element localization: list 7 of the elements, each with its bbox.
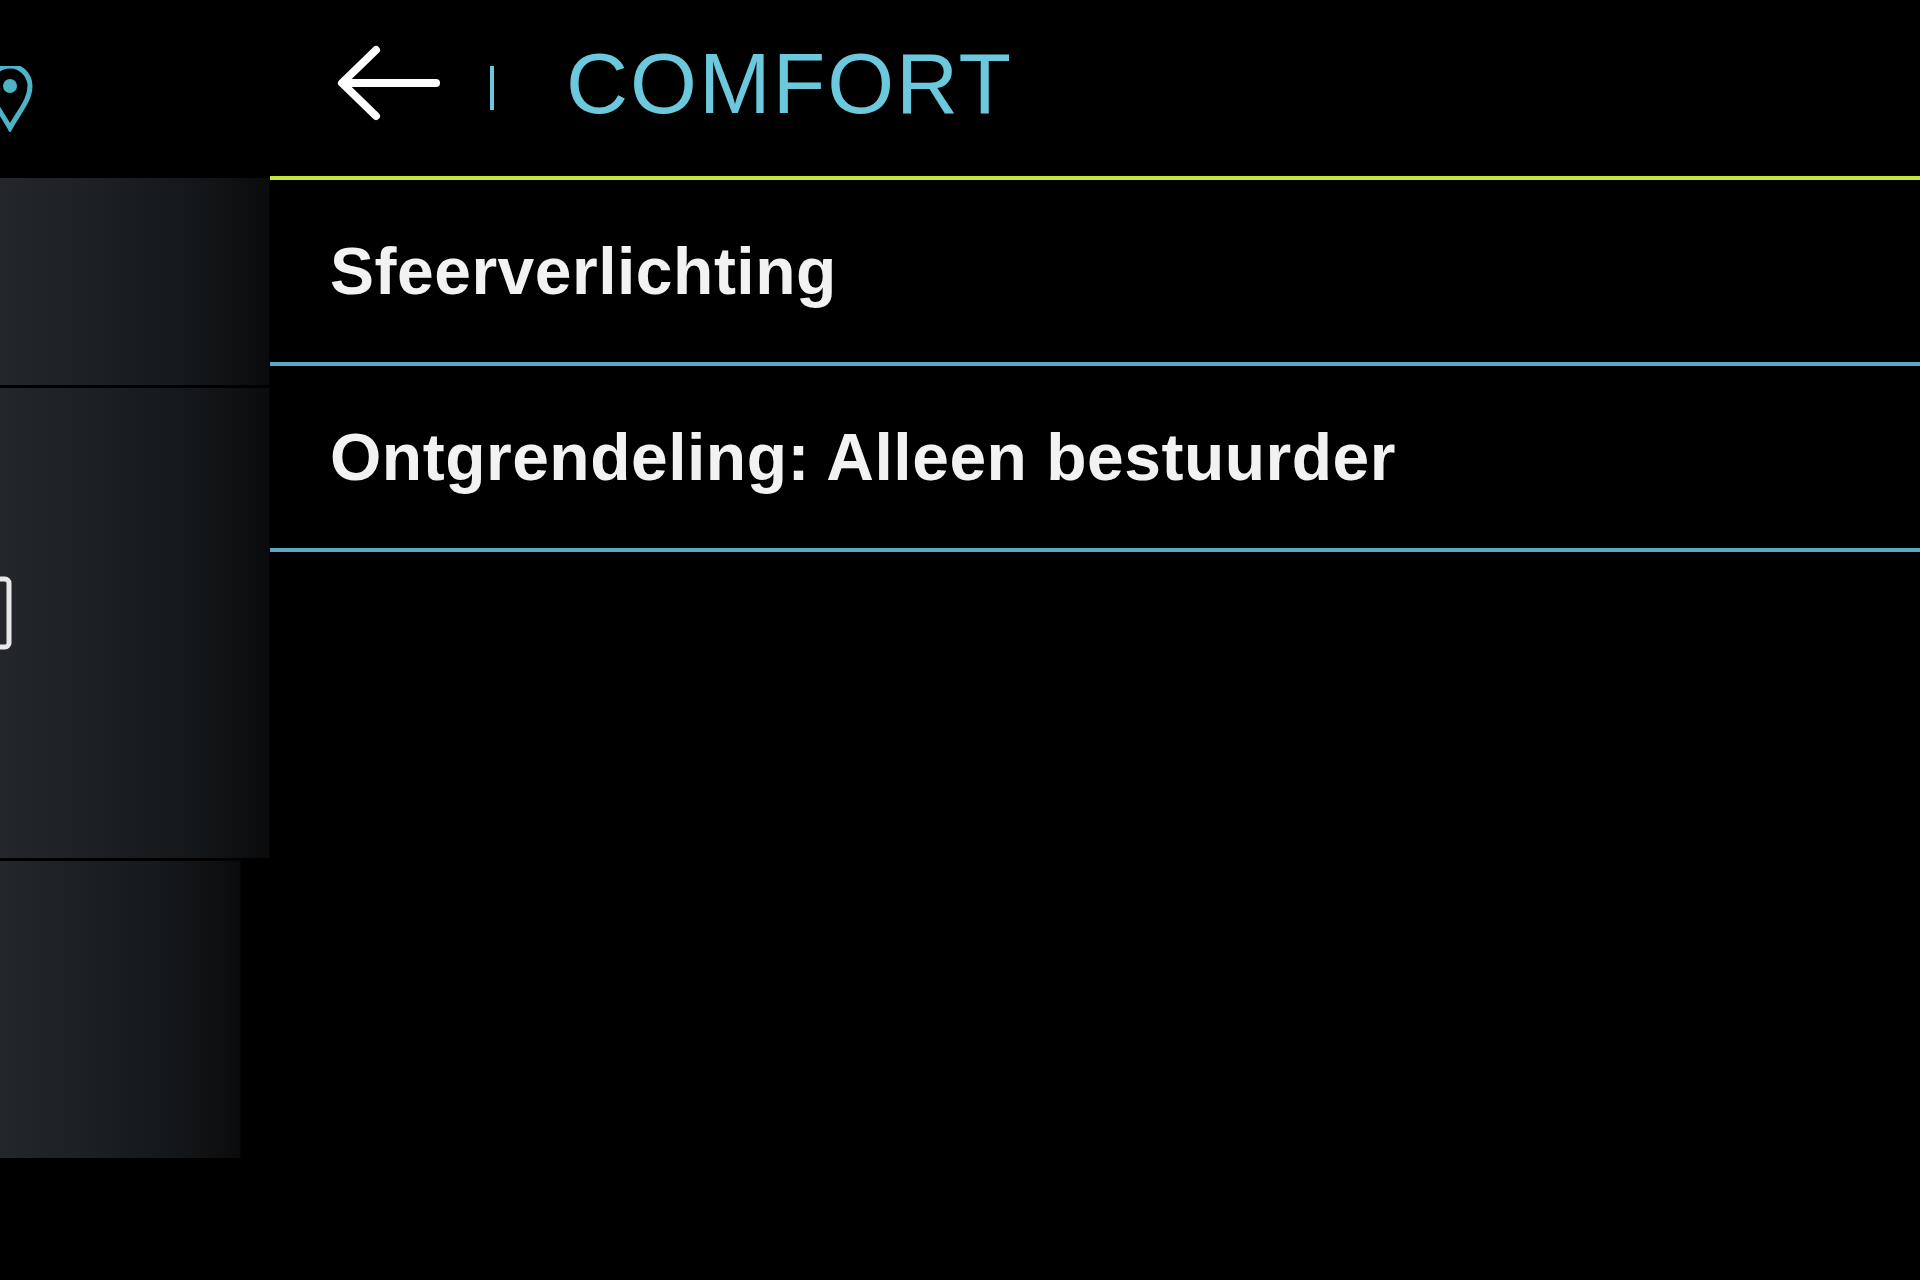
menu-item[interactable]: Sfeerverlichting	[270, 180, 1920, 366]
screen-title: COMFORT	[566, 33, 1014, 133]
sidebar-panel[interactable]	[0, 861, 241, 1158]
sidebar-panel[interactable]	[0, 178, 270, 385]
menu-item[interactable]: Ontgrendeling: Alleen bestuurder	[270, 366, 1920, 552]
bracket-icon	[0, 576, 12, 650]
sidebar-panel[interactable]	[0, 388, 270, 858]
